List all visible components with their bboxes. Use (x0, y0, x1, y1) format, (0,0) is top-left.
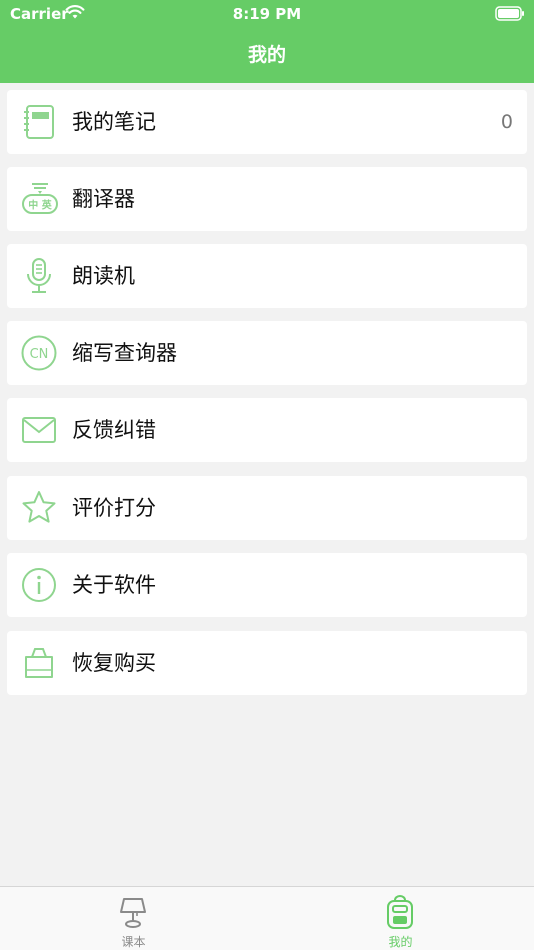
menu-item-label: 缩写查询器 (72, 341, 177, 365)
menu-item-label: 我的笔记 (72, 110, 156, 134)
tab-textbook[interactable]: 课本 (0, 887, 267, 950)
menu-item-reader[interactable]: 朗读机 (7, 244, 527, 308)
translator-icon: 中 英 (21, 181, 58, 217)
mail-icon (21, 412, 57, 448)
lamp-icon (117, 895, 149, 929)
menu-item-label: 关于软件 (72, 573, 156, 597)
tab-me[interactable]: 我的 (267, 887, 534, 950)
battery-icon (495, 6, 525, 25)
tab-bar: 课本 我的 (0, 886, 534, 950)
notes-count: 0 (500, 111, 513, 133)
tab-label: 我的 (388, 935, 413, 949)
menu-item-feedback[interactable]: 反馈纠错 (7, 398, 527, 462)
menu-item-label: 朗读机 (72, 264, 135, 288)
tab-label: 课本 (121, 935, 146, 949)
screen: Carrier 8:19 PM 我的 我的笔记 0 中 英 翻译器 朗读机 CN… (0, 0, 534, 950)
shopping-bag-icon (21, 645, 57, 681)
page-title: 我的 (247, 44, 286, 66)
microphone-icon (21, 258, 57, 294)
cn-abbreviation-icon: CN (21, 335, 57, 371)
star-icon (21, 490, 57, 526)
menu-item-rate[interactable]: 评价打分 (7, 476, 527, 540)
backpack-icon (384, 895, 416, 929)
header: Carrier 8:19 PM 我的 (0, 0, 534, 83)
menu-item-label: 反馈纠错 (72, 418, 156, 442)
cn-icon-text: CN (30, 347, 49, 362)
clock: 8:19 PM (232, 5, 302, 23)
status-bar: Carrier 8:19 PM (0, 0, 534, 28)
notebook-icon (21, 104, 57, 140)
menu-item-restore-purchase[interactable]: 恢复购买 (7, 631, 527, 695)
menu-item-label: 翻译器 (72, 187, 135, 211)
menu-item-about[interactable]: 关于软件 (7, 553, 527, 617)
menu-item-abbreviation-lookup[interactable]: CN 缩写查询器 (7, 321, 527, 385)
menu-item-my-notes[interactable]: 我的笔记 0 (7, 90, 527, 154)
translator-icon-text: 中 英 (28, 199, 52, 212)
menu-item-label: 评价打分 (72, 496, 156, 520)
menu-item-label: 恢复购买 (72, 651, 156, 675)
info-icon (21, 567, 57, 603)
menu-item-translator[interactable]: 中 英 翻译器 (7, 167, 527, 231)
